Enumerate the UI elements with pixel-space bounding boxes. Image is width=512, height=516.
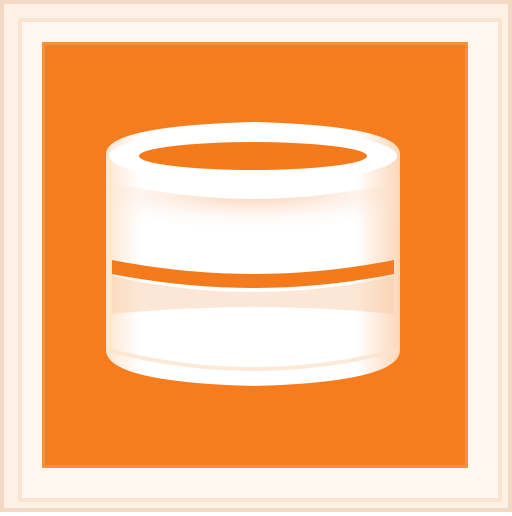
icon-frame bbox=[0, 0, 512, 512]
database-icon bbox=[106, 122, 400, 386]
cylinder-top-opening bbox=[139, 142, 367, 170]
